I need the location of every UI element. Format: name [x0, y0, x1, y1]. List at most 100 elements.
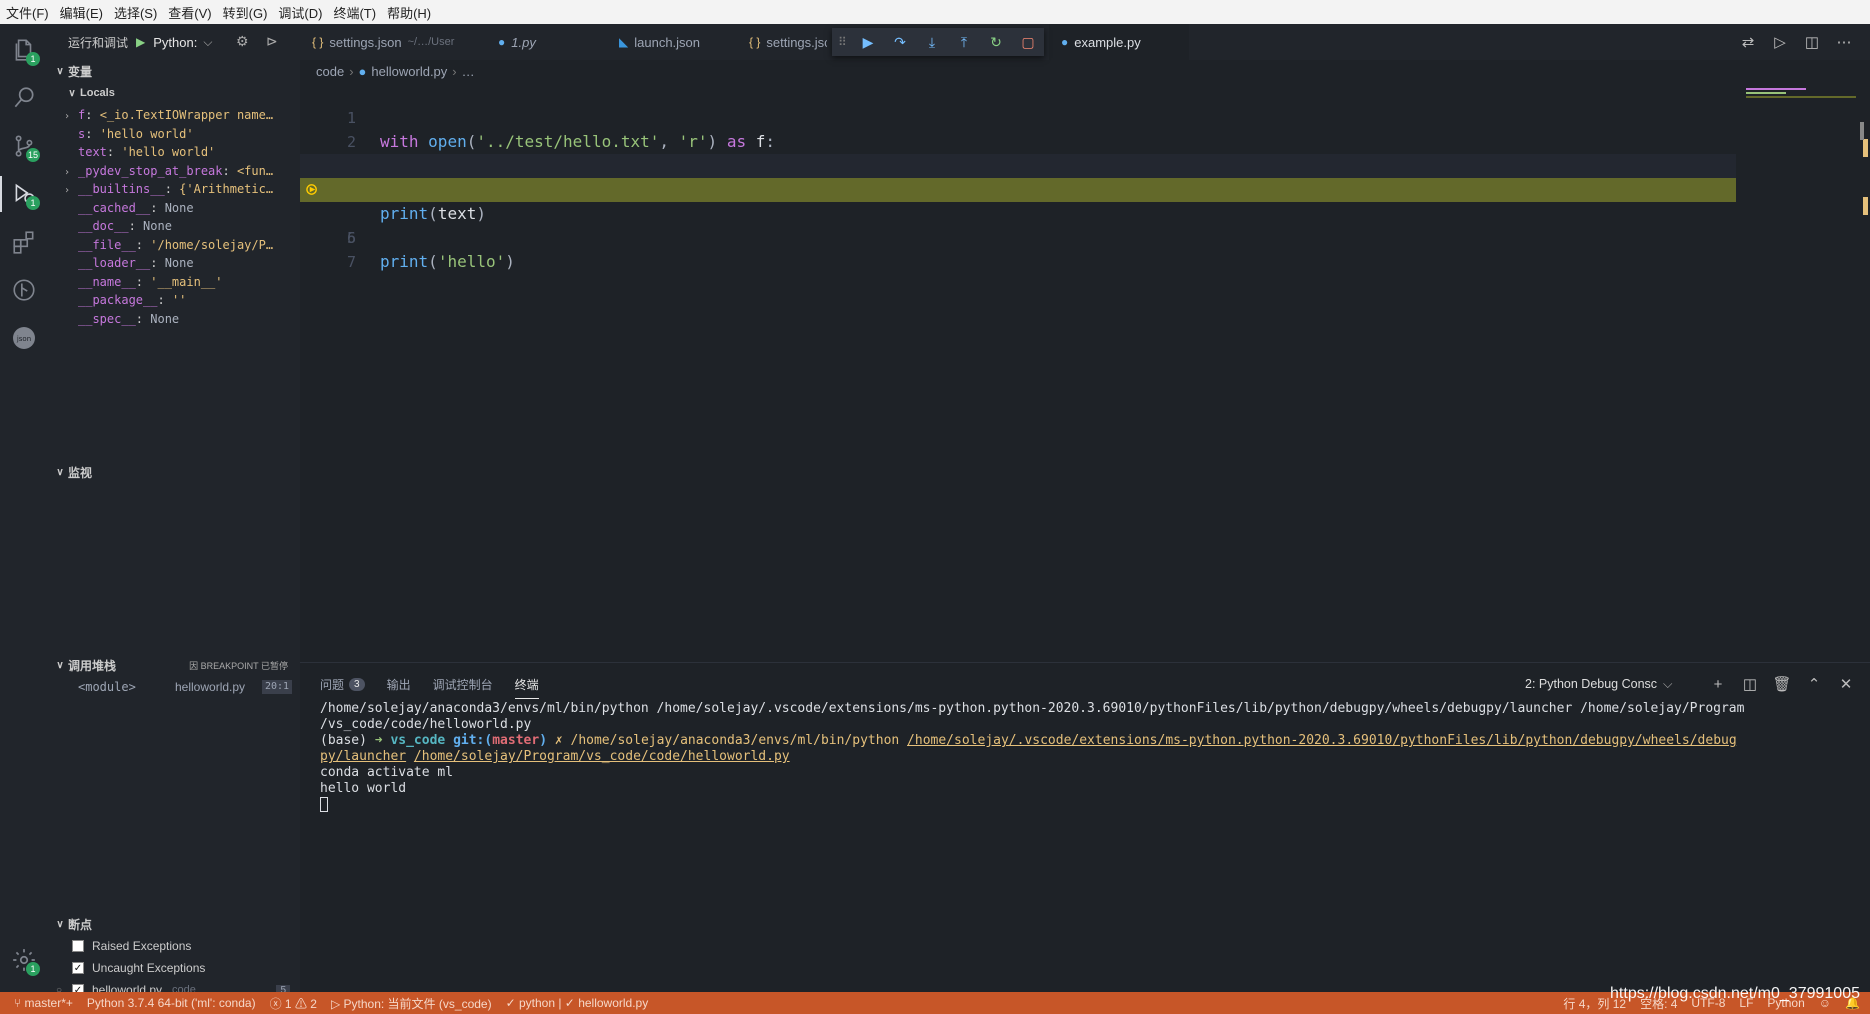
code-editor[interactable]: 1 with open('../test/hello.txt', 'r') as…	[300, 82, 1870, 662]
callstack-status: 因 BREAKPOINT 已暂停	[189, 660, 288, 671]
callstack-title: 调用堆栈	[68, 658, 117, 673]
split-terminal-icon[interactable]: ◫	[1734, 675, 1766, 693]
breakpoint-raised-exceptions[interactable]: Raised Exceptions	[48, 935, 300, 957]
minimap[interactable]	[1746, 86, 1856, 106]
variable-row[interactable]: __spec__: None	[48, 308, 300, 330]
editor-tabs: { } settings.json ~/…/User ● 1.py ◣ laun…	[300, 24, 1870, 60]
tab-output[interactable]: 输出	[387, 671, 411, 697]
breakpoint-line: 5	[276, 984, 290, 992]
source-control-icon[interactable]: 15	[0, 122, 48, 170]
breakpoint-file[interactable]: ○ ✓ helloworld.py code 5	[48, 979, 300, 992]
tab-example-py[interactable]: ● example.py	[1049, 24, 1189, 60]
problems-status[interactable]: ⓧ 1 ⚠ 2	[270, 995, 317, 1012]
terminal-select[interactable]: 2: Python Debug Consc ⌵	[1525, 673, 1690, 695]
panel-tabs: 问题 3 输出 调试控制台 终端	[320, 671, 561, 699]
code-line-1: 1 with open('../test/hello.txt', 'r') as…	[300, 82, 1736, 151]
variables-section-header[interactable]: ∨ 变量	[48, 60, 300, 82]
terminal-cursor	[320, 797, 328, 812]
step-out-icon[interactable]: ⤒	[948, 34, 980, 51]
tab-settings-json[interactable]: { } settings.jsc	[737, 24, 827, 60]
git-graph-icon[interactable]	[0, 266, 48, 314]
variable-name: __loader__	[78, 256, 151, 270]
tab-label: settings.json	[329, 34, 402, 50]
chevron-down-icon[interactable]: ⌵	[203, 35, 212, 50]
overview-ruler[interactable]	[1856, 82, 1870, 662]
explorer-icon[interactable]: 1	[0, 26, 48, 74]
menu-terminal[interactable]: 终端(T)	[333, 3, 384, 22]
debug-config-select[interactable]: Python:	[153, 35, 197, 50]
code-line-7: 7	[300, 226, 1736, 271]
menu-view[interactable]: 查看(V)	[168, 3, 219, 22]
split-editor-icon[interactable]: ◫	[1796, 33, 1828, 51]
search-icon[interactable]	[0, 74, 48, 122]
extensions-icon[interactable]	[0, 218, 48, 266]
tab-1-py[interactable]: ● 1.py	[486, 24, 607, 60]
step-into-icon[interactable]: ⤓	[916, 34, 948, 51]
variable-value: '__main__'	[150, 274, 223, 289]
breakpoints-section-header[interactable]: ∨ 断点	[48, 913, 300, 935]
restart-icon[interactable]: ↻	[980, 34, 1012, 51]
variable-value: None	[164, 256, 194, 270]
branch-status[interactable]: ⑂ master*+	[14, 996, 73, 1010]
more-actions-icon[interactable]: ⋯	[1828, 33, 1860, 51]
python-check-status[interactable]: ✓ python | ✓ helloworld.py	[506, 996, 649, 1010]
breakpoint-label: Uncaught Exceptions	[92, 961, 206, 975]
breadcrumb-file[interactable]: helloworld.py	[371, 64, 447, 79]
drag-handle-icon[interactable]: ⠿	[838, 35, 852, 49]
code-line-4: 4 print(text)	[300, 154, 1736, 223]
tab-debug-console[interactable]: 调试控制台	[433, 671, 493, 697]
explorer-badge: 1	[26, 52, 40, 66]
tab-label: 1.py	[511, 34, 536, 50]
vscode-icon: ◣	[619, 35, 629, 49]
interpreter-status[interactable]: Python 3.7.4 64-bit ('ml': conda)	[87, 996, 256, 1010]
kill-terminal-icon[interactable]: 🗑	[1766, 675, 1798, 693]
breadcrumb-folder[interactable]: code	[316, 64, 344, 79]
tab-settings-json-user[interactable]: { } settings.json ~/…/User	[300, 24, 486, 60]
menu-edit[interactable]: 编辑(E)	[60, 3, 111, 22]
tab-problems[interactable]: 问题 3	[320, 671, 365, 697]
terminal-output[interactable]: /home/solejay/anaconda3/envs/ml/bin/pyth…	[320, 701, 1840, 813]
callstack-frame[interactable]: <module> helloworld.py 20:1	[48, 676, 300, 698]
tab-terminal[interactable]: 终端	[514, 671, 539, 699]
breakpoint-current-icon[interactable]	[306, 183, 319, 196]
checkbox-checked[interactable]: ✓	[72, 984, 84, 992]
maximize-panel-icon[interactable]: ⌃	[1798, 675, 1830, 693]
breakpoint-uncaught-exceptions[interactable]: ✓ Uncaught Exceptions	[48, 957, 300, 979]
breadcrumb: code › ● helloworld.py › …	[300, 60, 475, 82]
json-icon[interactable]: json	[0, 314, 48, 362]
settings-gear-icon[interactable]: 1	[0, 936, 48, 984]
breakpoint-desc: code	[172, 984, 196, 992]
terminal-line: conda activate ml	[320, 765, 454, 780]
locals-label: Locals	[80, 87, 115, 99]
menu-selection[interactable]: 选择(S)	[114, 3, 165, 22]
menu-help[interactable]: 帮助(H)	[387, 3, 439, 22]
close-panel-icon[interactable]: ✕	[1830, 675, 1862, 693]
stop-icon[interactable]: ▢	[1012, 34, 1044, 51]
panel-actions: + ◫ 🗑 ⌃ ✕	[1702, 671, 1862, 697]
menu-go[interactable]: 转到(G)	[223, 3, 276, 22]
variable-value: 'hello world'	[121, 145, 216, 159]
start-debugging-button[interactable]: ▶	[136, 35, 145, 49]
run-file-icon[interactable]: ▷	[1764, 33, 1796, 51]
debug-console-icon[interactable]: ⊳	[266, 33, 278, 50]
locals-scope[interactable]: ∨ Locals	[48, 82, 300, 104]
compare-changes-icon[interactable]: ⇄	[1732, 33, 1764, 51]
checkbox-checked[interactable]: ✓	[72, 962, 84, 974]
continue-icon[interactable]: ▶	[852, 34, 884, 51]
watch-section-header[interactable]: ∨ 监视	[48, 461, 300, 483]
tab-label: example.py	[1074, 34, 1141, 50]
breakpoint-label: helloworld.py	[92, 983, 163, 992]
callstack-section-header[interactable]: ∨ 调用堆栈 因 BREAKPOINT 已暂停	[48, 654, 300, 676]
tab-launch-json[interactable]: ◣ launch.json	[607, 24, 737, 60]
breadcrumb-symbol[interactable]: …	[462, 64, 475, 79]
menu-debug[interactable]: 调试(D)	[278, 3, 330, 22]
checkbox[interactable]	[72, 940, 84, 952]
new-terminal-icon[interactable]: +	[1702, 676, 1734, 693]
run-config-status[interactable]: ▷ Python: 当前文件 (vs_code)	[331, 995, 492, 1012]
variable-value: '/home/solejay/P…	[150, 237, 274, 252]
debug-icon[interactable]: 1	[0, 170, 48, 218]
gear-icon[interactable]: ⚙	[236, 33, 249, 50]
menu-file[interactable]: 文件(F)	[6, 3, 57, 22]
step-over-icon[interactable]: ↷	[884, 34, 916, 51]
frame-position: 20:1	[262, 680, 293, 694]
